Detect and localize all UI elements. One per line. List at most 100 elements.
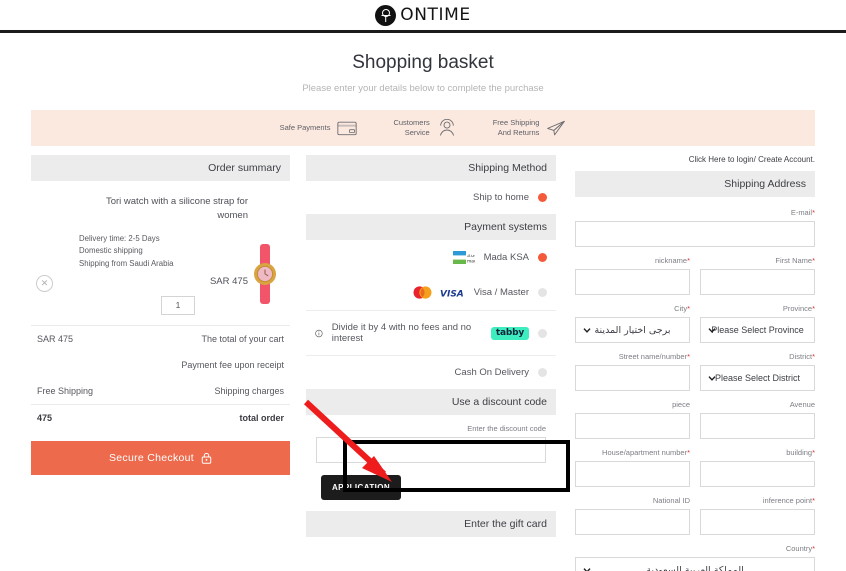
radio-button[interactable]	[538, 193, 547, 202]
house-number-field[interactable]	[575, 461, 690, 487]
watch-logo-icon	[375, 4, 397, 26]
page-subtitle: Please enter your details below to compl…	[302, 83, 544, 94]
trust-badge-free-shipping: Free Shipping And Returns	[493, 118, 567, 138]
remove-circle-icon[interactable]: ✕	[36, 275, 53, 292]
field-label: Country	[785, 544, 813, 553]
login-create-account-link[interactable]: Click Here to login/ Create Account.	[575, 155, 815, 164]
trust-badges-bar: Safe Payments Customers Service Free Shi…	[31, 110, 815, 146]
payment-systems-heading: Payment systems	[306, 214, 556, 240]
total-row: The total of your cart SAR 475	[31, 325, 290, 352]
product-name: Tori watch with a silicone strap for wom…	[105, 196, 248, 222]
field-city: City* برجى اختيار المدينة	[575, 304, 690, 343]
piece-field[interactable]	[575, 413, 690, 439]
shipping-option-ship-to-home[interactable]: Ship to home	[306, 181, 556, 214]
brand-logo[interactable]: ONTIME	[375, 4, 471, 26]
shipping-payment-column: Shipping Method Ship to home Payment sys…	[306, 155, 556, 537]
field-label: Province	[782, 304, 813, 313]
province-select[interactable]: Please Select Province	[700, 317, 815, 343]
field-label: City	[674, 304, 688, 313]
trust-badge-safe-payments: Safe Payments	[280, 119, 358, 137]
discount-code-input[interactable]	[316, 437, 546, 463]
trust-badge-label: Safe Payments	[279, 122, 331, 132]
page-title: Shopping basket	[352, 52, 494, 73]
field-first-name: First Name*	[700, 256, 815, 295]
order-totals: The total of your cart SAR 475 Payment f…	[31, 325, 290, 431]
avenue-field[interactable]	[700, 413, 815, 439]
shipping-method-heading: Shipping Method	[306, 155, 556, 181]
total-label: Shipping charges	[214, 386, 284, 397]
field-province: Province* Please Select Province	[700, 304, 815, 343]
mada-logo: مدى mada	[452, 251, 475, 264]
field-country: Country* المملكة العربية السعودية	[575, 544, 815, 571]
city-select-value: برجى اختيار المدينة	[594, 324, 671, 336]
apply-discount-button[interactable]: APPLICATION	[321, 475, 402, 500]
headset-icon	[439, 119, 454, 136]
district-select[interactable]: Please Select District	[700, 365, 815, 391]
payment-option-tabby[interactable]: Divide it by 4 with no fees and no inter…	[306, 310, 556, 355]
radio-button[interactable]	[538, 253, 547, 262]
total-label: Payment fee upon receipt	[181, 360, 284, 371]
grand-total-row: total order 475	[31, 404, 290, 431]
field-label: District	[789, 352, 813, 361]
field-house-number: House/apartment number*	[575, 448, 690, 487]
quantity-stepper[interactable]: 1	[161, 296, 195, 316]
city-select[interactable]: برجى اختيار المدينة	[575, 317, 690, 343]
grand-total-value: 475	[37, 413, 53, 424]
province-select-value: Please Select Province	[711, 325, 804, 335]
national-id-field[interactable]	[575, 509, 690, 535]
shipping-option-label: Ship to home	[473, 192, 529, 203]
shipping-address-column: Click Here to login/ Create Account. Shi…	[575, 155, 815, 571]
total-row: Shipping charges Free Shipping	[31, 378, 290, 404]
field-label: building	[786, 448, 813, 457]
svg-text:mada: mada	[467, 259, 475, 264]
radio-button[interactable]	[538, 288, 547, 297]
tabby-badge: tabby	[490, 326, 529, 340]
email-field[interactable]	[575, 221, 815, 247]
chevron-down-icon	[583, 328, 591, 333]
info-icon	[315, 329, 323, 337]
field-label: National ID	[652, 496, 690, 505]
payment-option-label: Visa / Master	[473, 287, 529, 298]
credit-card-icon	[337, 121, 358, 136]
radio-button[interactable]	[538, 368, 547, 377]
payment-option-label: Divide it by 4 with no fees and no inter…	[331, 322, 472, 344]
total-value: Free Shipping	[37, 386, 94, 397]
discount-code-heading: Use a discount code	[306, 389, 556, 415]
payment-option-mada[interactable]: مدى mada Mada KSA	[306, 240, 556, 275]
country-select[interactable]: المملكة العربية السعودية	[575, 557, 815, 571]
chevron-down-icon	[583, 568, 591, 571]
building-field[interactable]	[700, 461, 815, 487]
street-field[interactable]	[575, 365, 690, 391]
payment-option-label: Mada KSA	[483, 252, 529, 263]
discount-code-label: Enter the discount code	[467, 424, 546, 433]
field-email: E-mail*	[575, 208, 815, 247]
country-select-value: المملكة العربية السعودية	[646, 564, 744, 571]
total-value: SAR 475	[37, 334, 74, 345]
trust-badge-label: Customers Service	[393, 117, 430, 137]
product-thumbnail	[254, 244, 276, 304]
chevron-down-icon	[708, 328, 716, 333]
district-select-value: Please Select District	[714, 373, 801, 383]
field-label: Avenue	[789, 400, 815, 409]
secure-checkout-button[interactable]: Secure Checkout	[31, 441, 290, 476]
chevron-down-icon	[708, 376, 716, 381]
field-label: Street name/number	[618, 352, 688, 361]
visa-logo: VISA	[440, 289, 464, 298]
field-piece: piece	[575, 400, 690, 439]
gift-card-heading: Enter the gift card	[306, 511, 556, 537]
total-label: The total of your cart	[201, 334, 284, 345]
radio-button[interactable]	[538, 328, 547, 338]
total-row: Payment fee upon receipt	[31, 352, 290, 378]
payment-option-visa-master[interactable]: VISA Visa / Master	[306, 275, 556, 310]
field-building: building*	[700, 448, 815, 487]
field-label: nickname	[654, 256, 688, 265]
inference-point-field[interactable]	[700, 509, 815, 535]
field-label: inference point	[762, 496, 813, 505]
nickname-field[interactable]	[575, 269, 690, 295]
grand-total-label: total order	[239, 413, 284, 424]
field-label: First Name	[775, 256, 813, 265]
payment-option-cash-on-delivery[interactable]: Cash On Delivery	[306, 355, 556, 389]
svg-text:مدى: مدى	[467, 253, 475, 258]
first-name-field[interactable]	[700, 269, 815, 295]
field-street: Street name/number*	[575, 352, 690, 391]
